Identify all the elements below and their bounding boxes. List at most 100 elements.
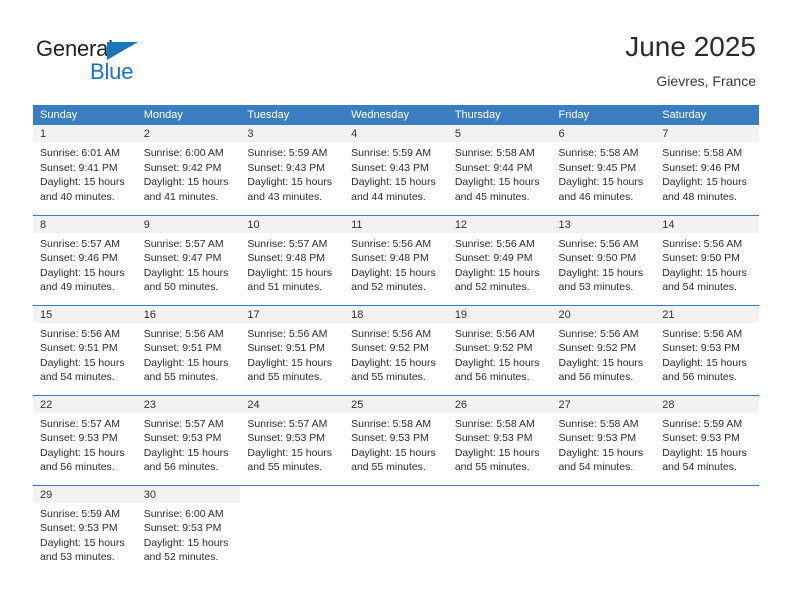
week-row: 15 Sunrise: 5:56 AM Sunset: 9:51 PM Dayligh… xyxy=(33,304,759,395)
day-cell[interactable]: 9 Sunrise: 5:57 AM Sunset: 9:47 PM Daylight… xyxy=(136,214,241,305)
daylight-text-line1: Daylight: 15 hours xyxy=(143,446,229,459)
day-cell[interactable]: 1 Sunrise: 6:01 AM Sunset: 9:41 PM Daylight… xyxy=(33,125,137,215)
daylight-text-line2: and 45 minutes. xyxy=(454,190,530,203)
day-cell[interactable]: 25 Sunrise: 5:58 AM Sunset: 9:53 PM Dayligh… xyxy=(344,394,448,485)
day-cell[interactable]: 27 Sunrise: 5:58 AM Sunset: 9:53 PM Dayligh… xyxy=(551,394,656,485)
day-number: 28 xyxy=(655,395,759,413)
day-number: 13 xyxy=(551,215,656,233)
daylight-text-line1: Daylight: 15 hours xyxy=(558,266,644,279)
sunset-text: Sunset: 9:53 PM xyxy=(662,432,740,445)
day-cell[interactable]: 22 Sunrise: 5:57 AM Sunset: 9:53 PM Dayligh… xyxy=(33,394,137,485)
day-number: 2 xyxy=(136,125,241,142)
day-cell[interactable]: 17 Sunrise: 5:56 AM Sunset: 9:51 PM Dayligh… xyxy=(240,304,345,395)
day-cell-empty xyxy=(240,484,345,575)
daylight-text-line1: Daylight: 15 hours xyxy=(351,266,436,279)
day-cell[interactable]: 20 Sunrise: 5:56 AM Sunset: 9:52 PM Dayligh… xyxy=(551,304,656,395)
day-cell[interactable]: 18 Sunrise: 5:56 AM Sunset: 9:52 PM Dayligh… xyxy=(344,304,448,395)
daylight-text-line1: Daylight: 15 hours xyxy=(247,446,333,459)
day-cell[interactable]: 23 Sunrise: 5:57 AM Sunset: 9:53 PM Dayligh… xyxy=(136,394,241,485)
daylight-text-line1: Daylight: 15 hours xyxy=(558,176,644,189)
day-cell[interactable]: 19 Sunrise: 5:56 AM Sunset: 9:52 PM Dayligh… xyxy=(447,304,552,395)
daylight-text-line2: and 48 minutes. xyxy=(662,190,737,203)
daylight-text-line1: Daylight: 15 hours xyxy=(558,356,644,369)
sunset-text: Sunset: 9:53 PM xyxy=(558,432,637,445)
day-cell[interactable]: 29 Sunrise: 5:59 AM Sunset: 9:53 PM Dayligh… xyxy=(33,484,137,575)
page-header: General Blue June 2025 Gievres, France xyxy=(0,0,792,104)
sunset-text: Sunset: 9:53 PM xyxy=(662,342,740,355)
day-cell[interactable]: 8 Sunrise: 5:57 AM Sunset: 9:46 PM Daylight… xyxy=(33,214,137,305)
daylight-text-line1: Daylight: 15 hours xyxy=(40,446,125,459)
weekday-header-monday: Monday xyxy=(136,105,241,125)
sunrise-text: Sunrise: 5:56 AM xyxy=(143,327,224,340)
day-number: 18 xyxy=(344,305,448,323)
day-cell[interactable]: 12 Sunrise: 5:56 AM Sunset: 9:49 PM Dayligh… xyxy=(447,214,552,305)
sunrise-text: Sunrise: 5:59 AM xyxy=(40,507,120,520)
day-cell[interactable]: 3 Sunrise: 5:59 AM Sunset: 9:43 PM Daylight… xyxy=(240,125,345,215)
daylight-text-line1: Daylight: 15 hours xyxy=(40,176,125,189)
page-title: June 2025 xyxy=(625,31,756,62)
daylight-text-line2: and 53 minutes. xyxy=(40,551,115,564)
week-row: 29 Sunrise: 5:59 AM Sunset: 9:53 PM Dayligh… xyxy=(33,484,759,575)
sunset-text: Sunset: 9:43 PM xyxy=(351,161,429,174)
sunrise-text: Sunrise: 5:56 AM xyxy=(558,327,639,340)
day-number: 26 xyxy=(447,395,552,413)
day-number: 1 xyxy=(33,125,137,142)
sunset-text: Sunset: 9:51 PM xyxy=(143,342,222,355)
daylight-text-line2: and 50 minutes. xyxy=(143,281,219,294)
day-cell[interactable]: 10 Sunrise: 5:57 AM Sunset: 9:48 PM Dayligh… xyxy=(240,214,345,305)
day-cell[interactable]: 28 Sunrise: 5:59 AM Sunset: 9:53 PM Dayligh… xyxy=(655,394,759,485)
weekday-header-sunday: Sunday xyxy=(33,105,137,125)
calendar-table: Sunday Monday Tuesday Wednesday Thursday… xyxy=(33,105,759,575)
day-cell-empty xyxy=(655,484,759,575)
sunrise-text: Sunrise: 5:58 AM xyxy=(558,417,639,430)
day-number: 6 xyxy=(551,125,656,142)
daylight-text-line1: Daylight: 15 hours xyxy=(662,446,747,459)
calendar-body: 1 Sunrise: 6:01 AM Sunset: 9:41 PM Daylight… xyxy=(33,125,759,575)
day-number xyxy=(655,485,759,503)
daylight-text-line2: and 54 minutes. xyxy=(40,371,115,384)
calendar-page: General Blue June 2025 Gievres, France S… xyxy=(0,0,792,612)
weekday-header-wednesday: Wednesday xyxy=(344,105,448,125)
daylight-text-line2: and 55 minutes. xyxy=(454,461,530,474)
sunset-text: Sunset: 9:52 PM xyxy=(454,342,533,355)
daylight-text-line1: Daylight: 15 hours xyxy=(40,266,125,279)
day-cell[interactable]: 21 Sunrise: 5:56 AM Sunset: 9:53 PM Dayligh… xyxy=(655,304,759,395)
day-cell[interactable]: 11 Sunrise: 5:56 AM Sunset: 9:48 PM Dayligh… xyxy=(344,214,448,305)
day-cell[interactable]: 16 Sunrise: 5:56 AM Sunset: 9:51 PM Dayligh… xyxy=(136,304,241,395)
daylight-text-line1: Daylight: 15 hours xyxy=(454,266,540,279)
day-cell[interactable]: 24 Sunrise: 5:57 AM Sunset: 9:53 PM Dayligh… xyxy=(240,394,345,485)
daylight-text-line2: and 54 minutes. xyxy=(558,461,634,474)
sunrise-text: Sunrise: 5:56 AM xyxy=(662,327,743,340)
day-cell[interactable]: 14 Sunrise: 5:56 AM Sunset: 9:50 PM Dayligh… xyxy=(655,214,759,305)
day-cell[interactable]: 15 Sunrise: 5:56 AM Sunset: 9:51 PM Dayligh… xyxy=(33,304,137,395)
day-cell[interactable]: 4 Sunrise: 5:59 AM Sunset: 9:43 PM Daylight… xyxy=(344,125,448,215)
day-cell[interactable]: 6 Sunrise: 5:58 AM Sunset: 9:45 PM Daylight… xyxy=(551,125,656,215)
day-cell[interactable]: 2 Sunrise: 6:00 AM Sunset: 9:42 PM Daylight… xyxy=(136,125,241,215)
day-number: 12 xyxy=(447,215,552,233)
sunset-text: Sunset: 9:53 PM xyxy=(247,432,326,445)
page-subtitle-location: Gievres, France xyxy=(656,73,756,89)
sunset-text: Sunset: 9:51 PM xyxy=(40,342,118,355)
sunset-text: Sunset: 9:41 PM xyxy=(40,161,118,174)
daylight-text-line2: and 46 minutes. xyxy=(558,190,634,203)
day-cell[interactable]: 26 Sunrise: 5:58 AM Sunset: 9:53 PM Dayligh… xyxy=(447,394,552,485)
day-cell[interactable]: 30 Sunrise: 6:00 AM Sunset: 9:53 PM Dayligh… xyxy=(136,484,241,575)
sunset-text: Sunset: 9:46 PM xyxy=(40,252,118,265)
day-number: 17 xyxy=(240,305,345,323)
sunset-text: Sunset: 9:48 PM xyxy=(351,252,429,265)
daylight-text-line1: Daylight: 15 hours xyxy=(247,176,333,189)
day-cell[interactable]: 13 Sunrise: 5:56 AM Sunset: 9:50 PM Dayligh… xyxy=(551,214,656,305)
general-blue-logo[interactable]: General Blue xyxy=(36,36,166,86)
day-number: 21 xyxy=(655,305,759,323)
daylight-text-line2: and 43 minutes. xyxy=(247,190,323,203)
day-number: 30 xyxy=(136,485,241,503)
daylight-text-line2: and 52 minutes. xyxy=(143,551,219,564)
daylight-text-line2: and 56 minutes. xyxy=(662,371,737,384)
weekday-header-tuesday: Tuesday xyxy=(240,105,345,125)
daylight-text-line2: and 53 minutes. xyxy=(558,281,634,294)
sunrise-text: Sunrise: 5:56 AM xyxy=(454,237,535,250)
day-cell[interactable]: 5 Sunrise: 5:58 AM Sunset: 9:44 PM Daylight… xyxy=(447,125,552,215)
day-cell[interactable]: 7 Sunrise: 5:58 AM Sunset: 9:46 PM Daylight… xyxy=(655,125,759,215)
day-number: 15 xyxy=(33,305,137,323)
daylight-text-line1: Daylight: 15 hours xyxy=(662,266,747,279)
